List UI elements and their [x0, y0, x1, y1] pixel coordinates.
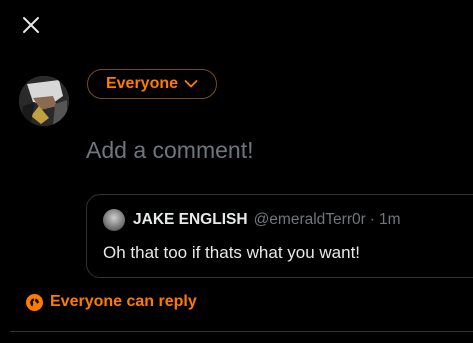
globe-icon [26, 293, 43, 311]
quoted-author-avatar [103, 209, 125, 231]
avatar-image [19, 76, 69, 126]
divider [10, 331, 473, 332]
user-avatar[interactable] [19, 76, 69, 126]
audience-selector-button[interactable]: Everyone [87, 69, 217, 99]
audience-label: Everyone [105, 75, 179, 92]
quoted-post-time: 1m [378, 211, 401, 228]
quoted-post-header: JAKE ENGLISH @emeraldTerr0r · 1m [103, 209, 401, 231]
close-button[interactable] [14, 8, 48, 42]
reply-setting-button[interactable]: Everyone can reply [26, 293, 197, 311]
quoted-meta-separator: · [369, 211, 375, 228]
close-icon [23, 17, 39, 33]
quoted-post-text: Oh that too if thats what you want! [103, 243, 361, 262]
reply-setting-label: Everyone can reply [50, 293, 197, 310]
quoted-post-card[interactable]: JAKE ENGLISH @emeraldTerr0r · 1m Oh that… [86, 194, 473, 278]
quoted-author-handle: @emeraldTerr0r [253, 211, 366, 228]
quoted-author-name: JAKE ENGLISH [133, 211, 248, 228]
chevron-down-icon [184, 80, 198, 88]
compose-dialog: Everyone JAKE ENGLISH @emeraldTerr0r · 1… [0, 0, 473, 343]
comment-input[interactable] [86, 132, 456, 168]
